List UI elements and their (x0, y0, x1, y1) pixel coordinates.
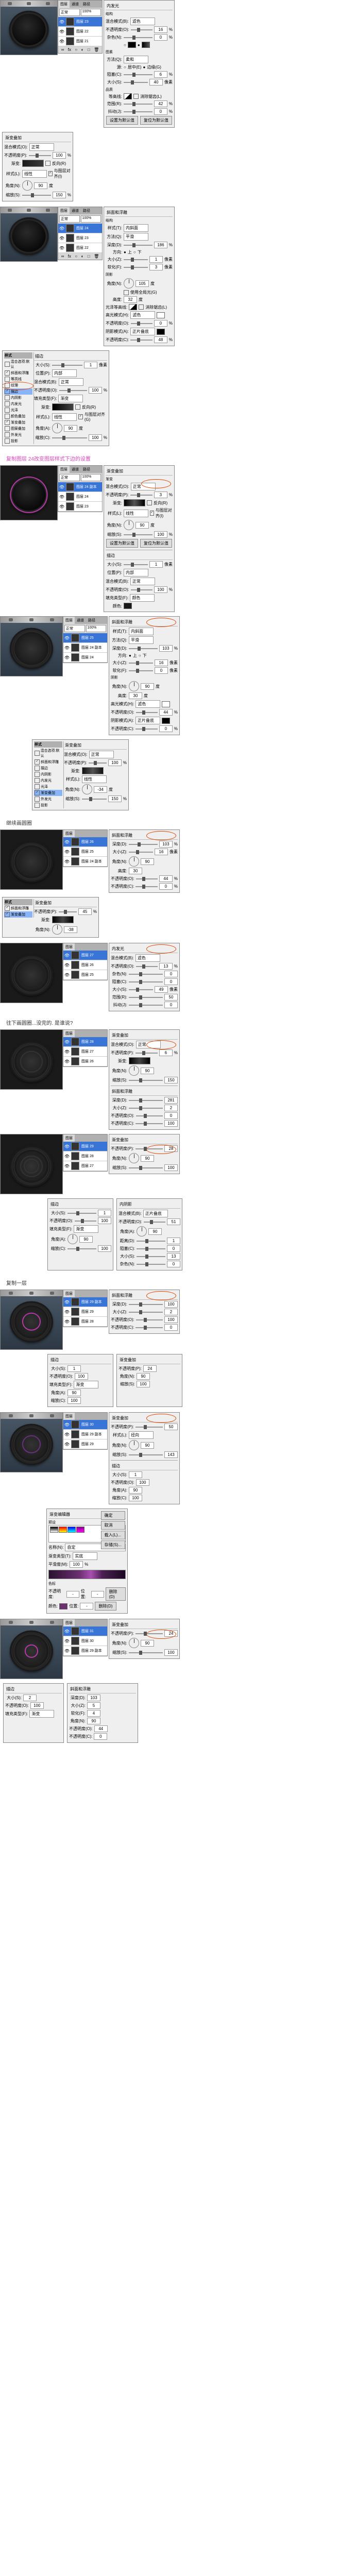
cancel-button[interactable]: 取消 (101, 1521, 125, 1530)
ok-button[interactable]: 确定 (101, 1511, 125, 1520)
lens-preview (0, 207, 58, 262)
layer-style-dialog: 样式 混合选项:默认 ✓斜面和浮雕 等高线 纹理 ✓描边 内阴影 内发光 光泽 … (2, 350, 109, 446)
lens-preview (0, 829, 63, 890)
bevel-panel: 斜面和浮雕 结构 样式(T):内斜面 方法(Q):平滑 深度(D):186% 方… (104, 207, 175, 346)
layers-panel: 图层通道路径 正常100% 👁图层 24 👁图层 23 👁图层 22 ∞fx○◐… (58, 207, 103, 260)
blend-mode-dropdown[interactable]: 正常 (59, 9, 80, 16)
gradient-overlay-panel: 渐变叠加 渐变 混合模式(O):正常 不透明度(P):3% 渐变:反向(R) 样… (104, 465, 175, 612)
lens-preview (0, 465, 58, 520)
layers-panel: 图层通道路径 正常100% 👁图层 23 👁图层 22 👁图层 21 ∞fx○◐… (58, 0, 103, 54)
gradient-strip[interactable] (48, 1570, 126, 1579)
color-swatch[interactable] (128, 42, 136, 48)
caption: 继续画圆圈 (0, 816, 339, 829)
lens-preview (0, 0, 58, 55)
inner-glow-panel: 内发光 混合模式(B):滤色 不透明度(O):13% 杂色(N):0 阻塞(C)… (109, 943, 180, 1011)
tab-layers[interactable]: 图层 (58, 1, 70, 8)
caption: 复制一层 (0, 1276, 339, 1290)
gradient-overlay-mini: 渐变叠加 混合模式(O):正常 不透明度(P):100% 渐变:反向(R) 样式… (2, 132, 73, 201)
inner-shadow-panel: 内阴影 混合模式(B):正片叠底 不透明度(O):51 角度(A):90 距离(… (116, 1198, 182, 1270)
inner-glow-panel: 内发光 结构 混合模式(B):滤色 不透明度(O):16% 杂色(N):0% ○… (104, 0, 175, 128)
stroke-color[interactable] (124, 603, 132, 609)
lens-preview (0, 1029, 63, 1090)
bevel-panel: 斜面和浮雕 样式(T):内斜面 方法(Q):平滑 深度(D):103% 方向:●… (109, 616, 180, 735)
caption: 往下画圆圈...没完的. 是谁说? (0, 1015, 339, 1029)
caption: 复制图层 24改变图层样式下边的设置 (0, 451, 339, 465)
gradient-editor: 渐变编辑器 预设 名称(N):自定 渐变类型(T):实底 平滑度(M):100%… (46, 1509, 128, 1614)
fx-icon: fx (68, 47, 71, 52)
gradient-bar[interactable] (124, 499, 145, 506)
lens-preview (0, 616, 63, 676)
stroke-row[interactable]: ✓描边 (4, 388, 32, 395)
eye-icon[interactable]: 👁 (59, 20, 65, 24)
layer-row[interactable]: 👁图层 23 (58, 17, 102, 27)
lens-preview (0, 943, 63, 1003)
